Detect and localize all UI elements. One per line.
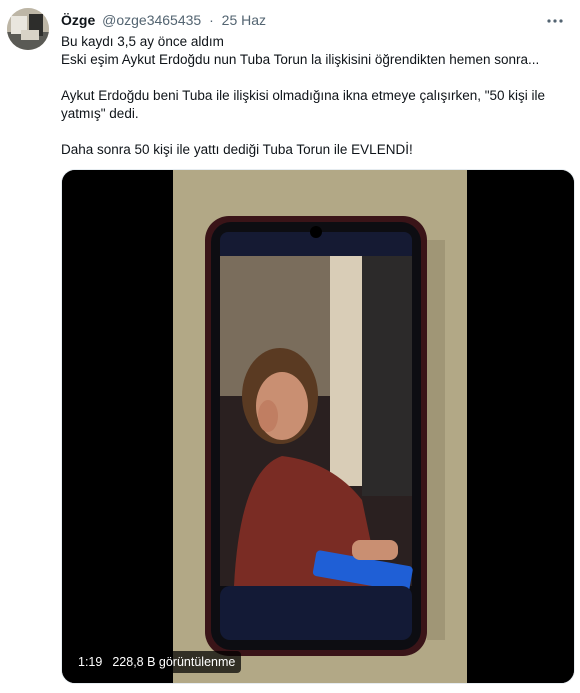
- video-duration: 1:19: [78, 655, 103, 669]
- separator-dot: ·: [209, 12, 214, 28]
- tweet-line-4: yatmış" dedi.: [61, 106, 139, 121]
- avatar[interactable]: [7, 8, 49, 50]
- video-info-badge: 1:19 228,8 B görüntülenme: [72, 651, 242, 673]
- author-display-name[interactable]: Özge: [61, 12, 95, 28]
- tweet-line-5: Daha sonra 50 kişi ile yattı dediği Tuba…: [61, 142, 413, 157]
- more-horizontal-icon: [547, 19, 563, 23]
- tweet-card: Özge @ozge3465435 · 25 Haz Bu kaydı 3,5 …: [0, 0, 580, 693]
- author-handle[interactable]: @ozge3465435: [102, 12, 201, 28]
- video-thumbnail: [62, 170, 574, 683]
- tweet-header: Özge @ozge3465435 · 25 Haz: [61, 11, 540, 31]
- tweet-date[interactable]: 25 Haz: [222, 12, 266, 28]
- more-options-button[interactable]: [544, 10, 566, 32]
- tweet-line-3: Aykut Erdoğdu beni Tuba ile ilişkisi olm…: [61, 88, 546, 103]
- video-player[interactable]: 1:19 228,8 B görüntülenme: [61, 169, 575, 684]
- tweet-line-1: Bu kaydı 3,5 ay önce aldım: [61, 34, 224, 49]
- tweet-text: Bu kaydı 3,5 ay önce aldım Eski eşim Ayk…: [61, 33, 567, 159]
- tweet-line-2: Eski eşim Aykut Erdoğdu nun Tuba Torun l…: [61, 52, 540, 67]
- video-view-count: 228,8 B görüntülenme: [112, 655, 236, 669]
